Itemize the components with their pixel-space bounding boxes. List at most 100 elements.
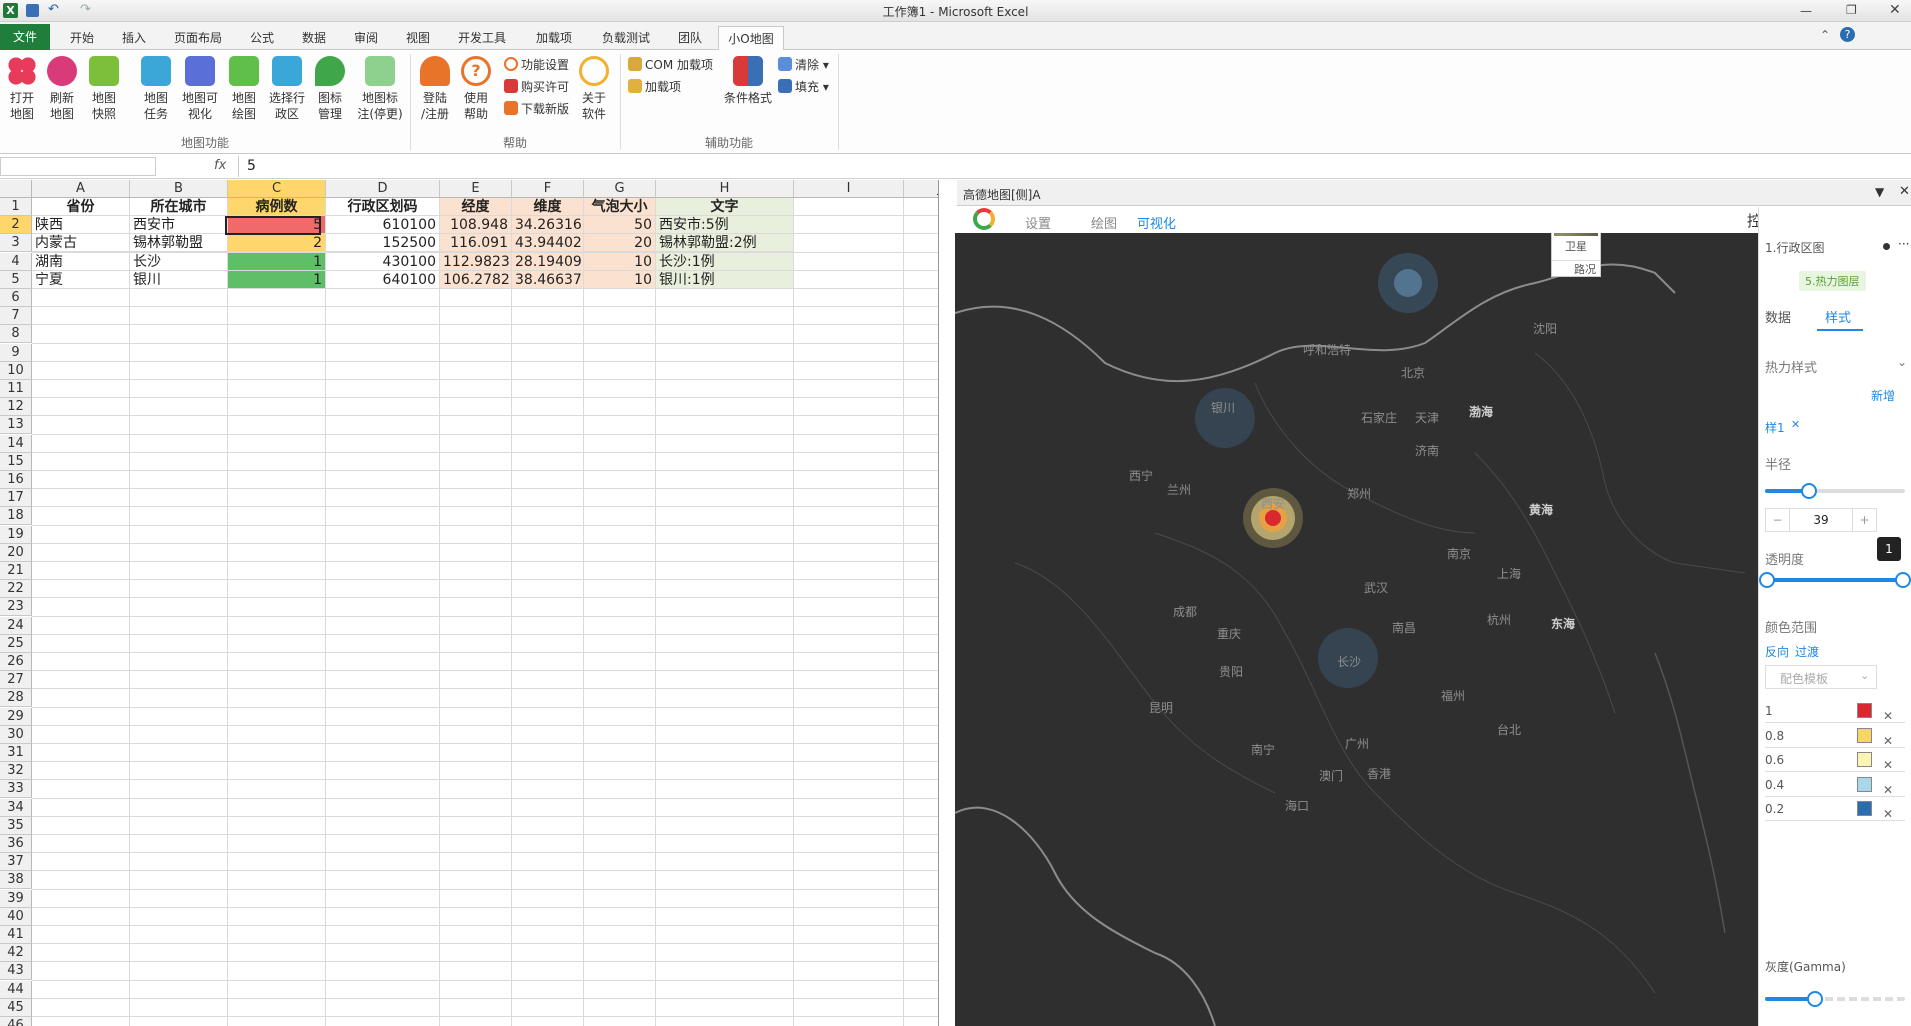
- minimize-icon[interactable]: —: [1800, 4, 1812, 18]
- color-swatch[interactable]: [1857, 703, 1872, 718]
- tab-review[interactable]: 审阅: [342, 26, 390, 50]
- column-header[interactable]: J: [904, 180, 938, 198]
- table-cell[interactable]: 1: [228, 270, 326, 289]
- row-header[interactable]: 39: [0, 889, 32, 908]
- color-stop-value[interactable]: 0.4: [1765, 778, 1784, 792]
- table-cell[interactable]: 152500: [326, 234, 440, 253]
- table-cell[interactable]: 430100: [326, 252, 440, 271]
- table-cell[interactable]: 经度: [440, 198, 512, 216]
- remove-stop-icon[interactable]: ✕: [1883, 807, 1893, 821]
- tab-page-layout[interactable]: 页面布局: [166, 26, 230, 50]
- style-tag[interactable]: 样1: [1765, 419, 1785, 436]
- tab-data[interactable]: 数据: [290, 26, 338, 50]
- select-all-corner[interactable]: [0, 180, 32, 198]
- help-button[interactable]: ? 使用 帮助: [458, 56, 494, 122]
- color-template-select[interactable]: 配色模板 ⌄: [1765, 665, 1877, 689]
- layer-satellite[interactable]: 卫星: [1552, 238, 1600, 254]
- map-draw-button[interactable]: 地图 绘图: [226, 56, 262, 122]
- map-annotate-button[interactable]: 地图标 注(停更): [354, 56, 406, 122]
- row-header[interactable]: 42: [0, 944, 32, 963]
- color-swatch[interactable]: [1857, 776, 1872, 792]
- tab-file[interactable]: 文件: [0, 24, 50, 50]
- remove-stop-icon[interactable]: ✕: [1883, 734, 1893, 748]
- table-cell[interactable]: 20: [584, 234, 656, 253]
- row-header[interactable]: 34: [0, 798, 32, 817]
- row-header[interactable]: 13: [0, 416, 32, 435]
- heat-layer-tag[interactable]: 5.热力图层: [1799, 271, 1866, 291]
- column-header[interactable]: F: [512, 180, 584, 198]
- row-header[interactable]: 4: [0, 252, 32, 271]
- table-cell[interactable]: 108.948: [440, 216, 512, 235]
- row-header[interactable]: 30: [0, 725, 32, 744]
- remove-stop-icon[interactable]: ✕: [1883, 709, 1893, 723]
- tab-addins[interactable]: 加载项: [522, 26, 586, 50]
- row-header[interactable]: 29: [0, 707, 32, 726]
- refresh-map-button[interactable]: 刷新 地图: [44, 56, 80, 122]
- row-header[interactable]: 22: [0, 580, 32, 599]
- row-header[interactable]: 21: [0, 562, 32, 580]
- map-task-button[interactable]: 地图 任务: [138, 56, 174, 122]
- radius-value-input[interactable]: 39: [1790, 509, 1852, 531]
- table-cell[interactable]: 10: [584, 270, 656, 289]
- tab-data-panel[interactable]: 数据: [1765, 307, 1791, 326]
- row-header[interactable]: 17: [0, 489, 32, 508]
- column-header[interactable]: H: [656, 180, 794, 198]
- table-cell[interactable]: 10: [584, 252, 656, 271]
- pane-close-icon[interactable]: ✕: [1899, 184, 1910, 199]
- map-snapshot-button[interactable]: 地图 快照: [86, 56, 122, 122]
- opacity-slider-start[interactable]: [1759, 572, 1775, 588]
- remove-stop-icon[interactable]: ✕: [1883, 783, 1893, 797]
- table-cell[interactable]: 28.19409: [512, 252, 584, 271]
- fill-button[interactable]: 填充 ▾: [778, 78, 829, 95]
- row-header[interactable]: 36: [0, 835, 32, 853]
- tab-view[interactable]: 视图: [394, 26, 442, 50]
- color-swatch[interactable]: [1857, 801, 1872, 816]
- column-header[interactable]: D: [326, 180, 440, 198]
- table-cell[interactable]: 行政区划码: [326, 198, 440, 216]
- tab-load-test[interactable]: 负载测试: [594, 26, 658, 50]
- tab-home[interactable]: 开始: [58, 26, 106, 50]
- row-header[interactable]: 38: [0, 871, 32, 890]
- row-header[interactable]: 8: [0, 325, 32, 344]
- reverse-link[interactable]: 反向: [1765, 643, 1789, 660]
- table-cell[interactable]: 病例数: [228, 198, 326, 216]
- color-stop-value[interactable]: 0.2: [1765, 802, 1784, 816]
- addin-button[interactable]: 加载项: [628, 78, 681, 95]
- color-stop-value[interactable]: 0.6: [1765, 753, 1784, 767]
- chevron-down-icon[interactable]: ⌄: [1897, 355, 1907, 369]
- opacity-slider-knob[interactable]: [1895, 572, 1911, 588]
- open-map-button[interactable]: 打开 地图: [4, 56, 40, 122]
- column-header[interactable]: C: [228, 180, 326, 198]
- row-header[interactable]: 10: [0, 361, 32, 380]
- row-header[interactable]: 16: [0, 471, 32, 489]
- table-cell[interactable]: 湖南: [32, 252, 130, 271]
- column-header[interactable]: E: [440, 180, 512, 198]
- layer-traffic[interactable]: 路况: [1552, 260, 1600, 277]
- nav-settings[interactable]: 设置: [1025, 213, 1051, 232]
- table-cell[interactable]: 西安市: [130, 216, 228, 235]
- row-header[interactable]: 2: [0, 216, 32, 235]
- map-visualize-button[interactable]: 地图可 视化: [178, 56, 222, 122]
- row-header[interactable]: 37: [0, 853, 32, 872]
- name-box[interactable]: [0, 157, 156, 176]
- row-header[interactable]: 12: [0, 398, 32, 417]
- help-icon[interactable]: ?: [1840, 27, 1855, 42]
- row-header[interactable]: 41: [0, 926, 32, 944]
- row-header[interactable]: 44: [0, 980, 32, 999]
- tab-formulas[interactable]: 公式: [238, 26, 286, 50]
- row-header[interactable]: 1: [0, 198, 32, 216]
- row-header[interactable]: 11: [0, 380, 32, 398]
- table-cell[interactable]: 银川: [130, 270, 228, 289]
- table-cell[interactable]: 维度: [512, 198, 584, 216]
- radius-slider-knob[interactable]: [1801, 483, 1817, 499]
- row-header[interactable]: 25: [0, 634, 32, 653]
- row-header[interactable]: 40: [0, 907, 32, 926]
- table-cell[interactable]: 陕西: [32, 216, 130, 235]
- table-cell[interactable]: 106.2782: [440, 270, 512, 289]
- table-cell[interactable]: 640100: [326, 270, 440, 289]
- gamma-slider-knob[interactable]: [1807, 991, 1823, 1007]
- login-button[interactable]: 登陆 /注册: [416, 56, 454, 122]
- row-header[interactable]: 7: [0, 307, 32, 326]
- column-header[interactable]: I: [794, 180, 904, 198]
- column-header[interactable]: A: [32, 180, 130, 198]
